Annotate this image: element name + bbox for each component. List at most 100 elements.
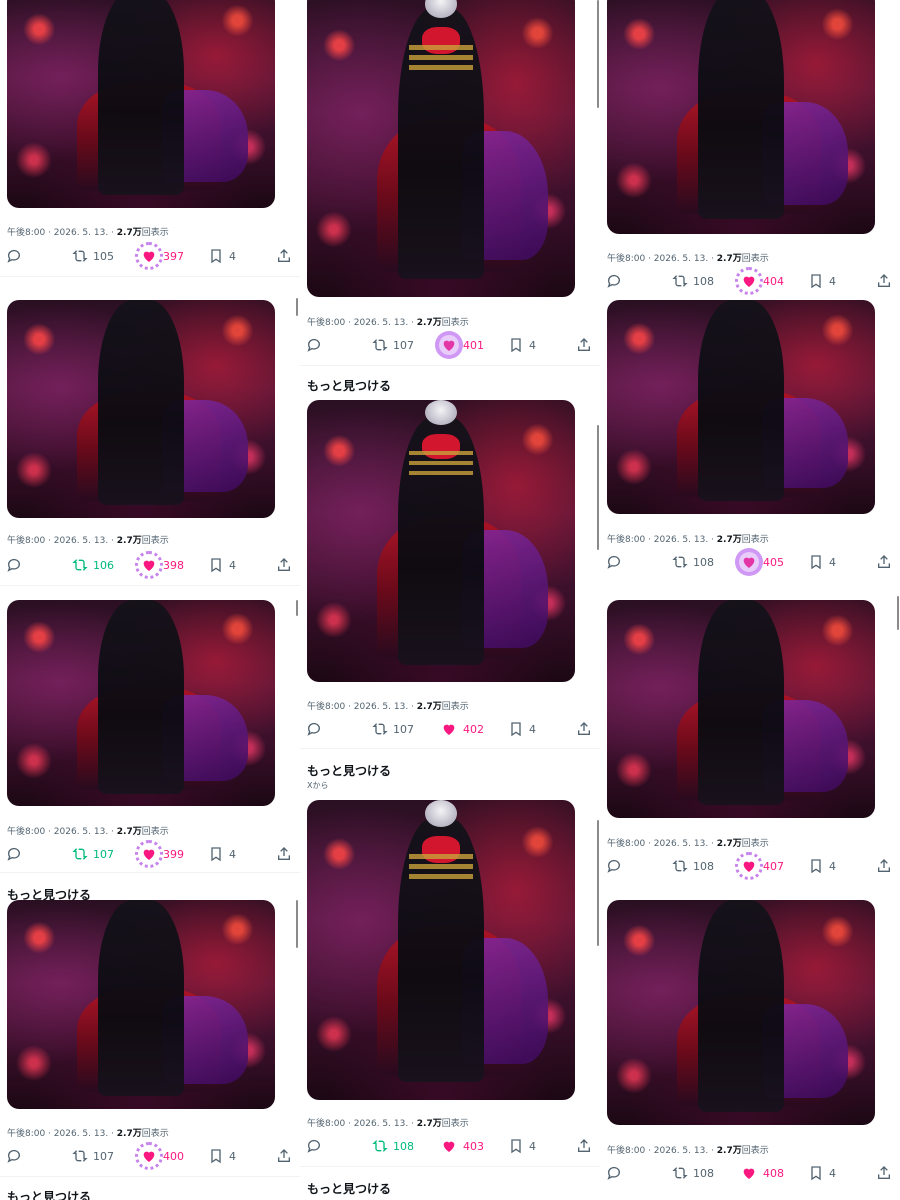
retweet-button[interactable]: 108	[672, 270, 714, 292]
share-button[interactable]	[576, 718, 592, 740]
retweet-button[interactable]: 108	[672, 1162, 714, 1184]
bookmark-button[interactable]: 4	[808, 1162, 836, 1184]
post-image[interactable]	[7, 600, 275, 806]
bookmark-icon	[811, 859, 821, 874]
reply-button[interactable]	[606, 855, 622, 877]
like-button[interactable]: 398	[135, 551, 184, 579]
reply-button[interactable]	[6, 843, 22, 865]
scrollbar-thumb[interactable]	[296, 900, 298, 948]
reply-button[interactable]	[306, 718, 322, 740]
figure-shape	[98, 300, 184, 505]
scrollbar-thumb[interactable]	[897, 596, 899, 630]
scrollbar-thumb[interactable]	[597, 820, 599, 946]
share-icon	[278, 847, 290, 860]
heart-wrap	[440, 720, 458, 738]
share-button[interactable]	[876, 855, 892, 877]
retweet-icon	[672, 1167, 688, 1179]
share-button[interactable]	[876, 551, 892, 573]
bookmark-button[interactable]: 4	[208, 843, 236, 865]
section-heading: もっと見つける	[7, 1190, 92, 1200]
like-button[interactable]: 404	[735, 267, 784, 295]
bookmark-button[interactable]: 4	[808, 270, 836, 292]
scrollbar-thumb[interactable]	[597, 0, 599, 108]
share-button[interactable]	[876, 1162, 892, 1184]
post-image[interactable]	[307, 0, 575, 297]
bookmark-count: 4	[829, 555, 836, 569]
post-image[interactable]	[7, 900, 275, 1109]
bookmark-button[interactable]: 4	[508, 1135, 536, 1157]
post-image[interactable]	[7, 0, 275, 208]
retweet-button[interactable]: 108	[672, 855, 714, 877]
bookmark-button[interactable]: 4	[508, 718, 536, 740]
retweet-button[interactable]: 105	[72, 245, 114, 267]
scrollbar-thumb[interactable]	[296, 600, 298, 616]
reply-icon	[307, 722, 320, 736]
bookmark-button[interactable]: 4	[808, 551, 836, 573]
retweet-button[interactable]: 108	[672, 551, 714, 573]
bookmark-icon	[211, 1149, 221, 1164]
reply-button[interactable]	[6, 1145, 22, 1167]
post-image[interactable]	[307, 800, 575, 1100]
like-button[interactable]: 408	[740, 1162, 784, 1184]
heart-wrap	[435, 331, 463, 359]
like-button[interactable]: 402	[440, 718, 484, 740]
reply-button[interactable]	[6, 245, 22, 267]
bookmark-button[interactable]: 4	[208, 1145, 236, 1167]
post-meta: 午後8:00 · 2026. 5. 13. · 2.7万回表示	[7, 536, 169, 546]
heart-wrap	[135, 840, 163, 868]
bookmark-button[interactable]: 4	[208, 554, 236, 576]
post-meta: 午後8:00 · 2026. 5. 13. · 2.7万回表示	[307, 702, 469, 712]
reply-button[interactable]	[6, 554, 22, 576]
like-burst	[135, 840, 163, 868]
like-button[interactable]: 407	[735, 852, 784, 880]
reply-icon	[607, 555, 620, 569]
post-image[interactable]	[607, 900, 875, 1125]
post-image[interactable]	[7, 300, 275, 518]
post-image[interactable]	[607, 300, 875, 514]
share-button[interactable]	[576, 334, 592, 356]
bookmark-icon	[811, 1166, 821, 1181]
post-image[interactable]	[607, 600, 875, 818]
figure-shape	[698, 900, 784, 1112]
reply-button[interactable]	[606, 1162, 622, 1184]
reply-button[interactable]	[306, 1135, 322, 1157]
bookmark-button[interactable]: 4	[508, 334, 536, 356]
share-button[interactable]	[276, 554, 292, 576]
bookmark-button[interactable]: 4	[808, 855, 836, 877]
reply-button[interactable]	[606, 270, 622, 292]
post-image[interactable]	[307, 400, 575, 682]
like-button[interactable]: 405	[735, 548, 784, 576]
retweet-count: 107	[393, 338, 414, 352]
bookmark-icon	[811, 274, 821, 289]
bookmark-button[interactable]: 4	[208, 245, 236, 267]
retweet-button[interactable]: 107	[372, 334, 414, 356]
heart-wrap	[740, 1164, 758, 1182]
bookmark-count: 4	[529, 1139, 536, 1153]
like-button[interactable]: 400	[135, 1142, 184, 1170]
share-button[interactable]	[276, 843, 292, 865]
retweet-icon	[72, 1150, 88, 1162]
like-button[interactable]: 401	[435, 331, 484, 359]
bookmark-count: 4	[829, 859, 836, 873]
reply-button[interactable]	[306, 334, 322, 356]
retweet-button[interactable]: 107	[72, 1145, 114, 1167]
like-button[interactable]: 399	[135, 840, 184, 868]
post-image[interactable]	[607, 0, 875, 234]
post-meta: 午後8:00 · 2026. 5. 13. · 2.7万回表示	[607, 254, 769, 264]
share-button[interactable]	[276, 245, 292, 267]
share-button[interactable]	[876, 270, 892, 292]
capture-column-1: 午後8:00 · 2026. 5. 13. · 2.7万回表示 105 397 …	[0, 0, 300, 1200]
scrollbar-thumb[interactable]	[597, 425, 599, 550]
section-heading: もっと見つける	[307, 764, 392, 778]
share-button[interactable]	[576, 1135, 592, 1157]
like-button[interactable]: 403	[440, 1135, 484, 1157]
retweet-button[interactable]: 107	[72, 843, 114, 865]
figure-shape	[98, 0, 184, 195]
reply-button[interactable]	[606, 551, 622, 573]
retweet-button[interactable]: 106	[72, 554, 114, 576]
like-button[interactable]: 397	[135, 242, 184, 270]
retweet-button[interactable]: 107	[372, 718, 414, 740]
share-button[interactable]	[276, 1145, 292, 1167]
scrollbar-thumb[interactable]	[296, 298, 298, 316]
retweet-button[interactable]: 108	[372, 1135, 414, 1157]
